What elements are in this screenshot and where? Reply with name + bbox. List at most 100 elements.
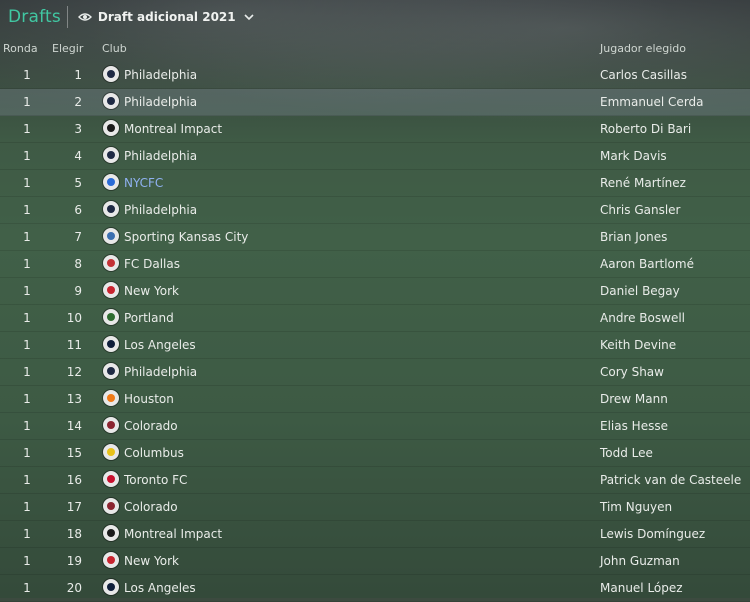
player-link[interactable]: Manuel López: [600, 581, 683, 595]
club-link[interactable]: New York: [124, 284, 179, 298]
table-row[interactable]: 1 13 Houston Drew Mann: [0, 386, 750, 413]
club-crest-icon: [103, 525, 119, 541]
club-link[interactable]: Philadelphia: [124, 95, 197, 109]
club-link[interactable]: Colorado: [124, 500, 178, 514]
player-link[interactable]: Tim Nguyen: [600, 500, 672, 514]
club-link[interactable]: Philadelphia: [124, 203, 197, 217]
player-link[interactable]: Cory Shaw: [600, 365, 664, 379]
pick-cell: 9: [74, 284, 82, 298]
table-row[interactable]: 1 12 Philadelphia Cory Shaw: [0, 359, 750, 386]
view-selector[interactable]: Draft adicional 2021: [77, 10, 254, 24]
table-row[interactable]: 1 1 Philadelphia Carlos Casillas: [0, 62, 750, 89]
column-header-club[interactable]: Club: [102, 42, 127, 55]
table-row[interactable]: 1 3 Montreal Impact Roberto Di Bari: [0, 116, 750, 143]
table-row[interactable]: 1 7 Sporting Kansas City Brian Jones: [0, 224, 750, 251]
round-cell: 1: [23, 149, 31, 163]
pick-cell: 1: [74, 68, 82, 82]
club-crest-icon: [103, 147, 119, 163]
player-link[interactable]: Andre Boswell: [600, 311, 685, 325]
club-link[interactable]: New York: [124, 554, 179, 568]
player-link[interactable]: Daniel Begay: [600, 284, 680, 298]
table-row[interactable]: 1 15 Columbus Todd Lee: [0, 440, 750, 467]
pick-cell: 6: [74, 203, 82, 217]
pick-cell: 7: [74, 230, 82, 244]
club-link[interactable]: Houston: [124, 392, 174, 406]
pick-cell: 20: [66, 581, 82, 595]
table-row[interactable]: 1 14 Colorado Elias Hesse: [0, 413, 750, 440]
player-link[interactable]: Aaron Bartlomé: [600, 257, 694, 271]
pick-cell: 8: [74, 257, 82, 271]
pick-cell: 15: [66, 446, 82, 460]
pick-cell: 4: [74, 149, 82, 163]
view-label: Draft adicional 2021: [97, 10, 236, 24]
club-crest-icon: [103, 309, 119, 325]
pick-cell: 3: [74, 122, 82, 136]
player-link[interactable]: Mark Davis: [600, 149, 667, 163]
player-link[interactable]: Brian Jones: [600, 230, 667, 244]
club-link[interactable]: Toronto FC: [124, 473, 187, 487]
table-row[interactable]: 1 16 Toronto FC Patrick van de Casteele: [0, 467, 750, 494]
player-link[interactable]: Emmanuel Cerda: [600, 95, 704, 109]
club-link[interactable]: Philadelphia: [124, 365, 197, 379]
round-cell: 1: [23, 554, 31, 568]
table-row[interactable]: 1 10 Portland Andre Boswell: [0, 305, 750, 332]
table-row[interactable]: 1 2 Philadelphia Emmanuel Cerda: [0, 89, 750, 116]
round-cell: 1: [23, 176, 31, 190]
column-header-elegir[interactable]: Elegir: [52, 42, 83, 55]
club-link[interactable]: Sporting Kansas City: [124, 230, 248, 244]
club-link[interactable]: Los Angeles: [124, 581, 196, 595]
player-link[interactable]: John Guzman: [600, 554, 680, 568]
club-crest-icon: [103, 282, 119, 298]
table-row[interactable]: 1 6 Philadelphia Chris Gansler: [0, 197, 750, 224]
table-row[interactable]: 1 18 Montreal Impact Lewis Domínguez: [0, 521, 750, 548]
column-header-jugador[interactable]: Jugador elegido: [600, 42, 686, 55]
club-link[interactable]: Los Angeles: [124, 338, 196, 352]
club-link[interactable]: Philadelphia: [124, 68, 197, 82]
player-link[interactable]: Chris Gansler: [600, 203, 680, 217]
round-cell: 1: [23, 500, 31, 514]
column-header-ronda[interactable]: Ronda: [3, 42, 38, 55]
round-cell: 1: [23, 365, 31, 379]
club-link[interactable]: Columbus: [124, 446, 184, 460]
player-link[interactable]: Keith Devine: [600, 338, 676, 352]
round-cell: 1: [23, 338, 31, 352]
round-cell: 1: [23, 311, 31, 325]
pick-cell: 17: [66, 500, 82, 514]
player-link[interactable]: Lewis Domínguez: [600, 527, 705, 541]
draft-table: 1 1 Philadelphia Carlos Casillas 1 2 Philadelp…: [0, 62, 750, 602]
club-crest-icon: [103, 552, 119, 568]
player-link[interactable]: Todd Lee: [600, 446, 653, 460]
pick-cell: 19: [66, 554, 82, 568]
round-cell: 1: [23, 392, 31, 406]
player-link[interactable]: René Martínez: [600, 176, 686, 190]
player-link[interactable]: Carlos Casillas: [600, 68, 687, 82]
club-crest-icon: [103, 93, 119, 109]
round-cell: 1: [23, 95, 31, 109]
table-row[interactable]: 1 8 FC Dallas Aaron Bartlomé: [0, 251, 750, 278]
player-link[interactable]: Roberto Di Bari: [600, 122, 691, 136]
player-link[interactable]: Elias Hesse: [600, 419, 668, 433]
club-link[interactable]: Montreal Impact: [124, 527, 222, 541]
club-crest-icon: [103, 363, 119, 379]
club-link[interactable]: Montreal Impact: [124, 122, 222, 136]
table-row[interactable]: 1 17 Colorado Tim Nguyen: [0, 494, 750, 521]
club-link[interactable]: NYCFC: [124, 176, 163, 190]
player-link[interactable]: Drew Mann: [600, 392, 668, 406]
club-link[interactable]: Philadelphia: [124, 149, 197, 163]
table-row[interactable]: 1 5 NYCFC René Martínez: [0, 170, 750, 197]
pick-cell: 11: [66, 338, 82, 352]
club-crest-icon: [103, 498, 119, 514]
club-link[interactable]: FC Dallas: [124, 257, 180, 271]
table-row[interactable]: 1 4 Philadelphia Mark Davis: [0, 143, 750, 170]
pick-cell: 13: [66, 392, 82, 406]
table-row[interactable]: 1 11 Los Angeles Keith Devine: [0, 332, 750, 359]
club-link[interactable]: Colorado: [124, 419, 178, 433]
club-link[interactable]: Portland: [124, 311, 174, 325]
player-link[interactable]: Patrick van de Casteele: [600, 473, 741, 487]
club-crest-icon: [103, 390, 119, 406]
club-crest-icon: [103, 174, 119, 190]
table-row[interactable]: 1 19 New York John Guzman: [0, 548, 750, 575]
table-row[interactable]: 1 9 New York Daniel Begay: [0, 278, 750, 305]
round-cell: 1: [23, 419, 31, 433]
eye-icon: [77, 13, 92, 21]
